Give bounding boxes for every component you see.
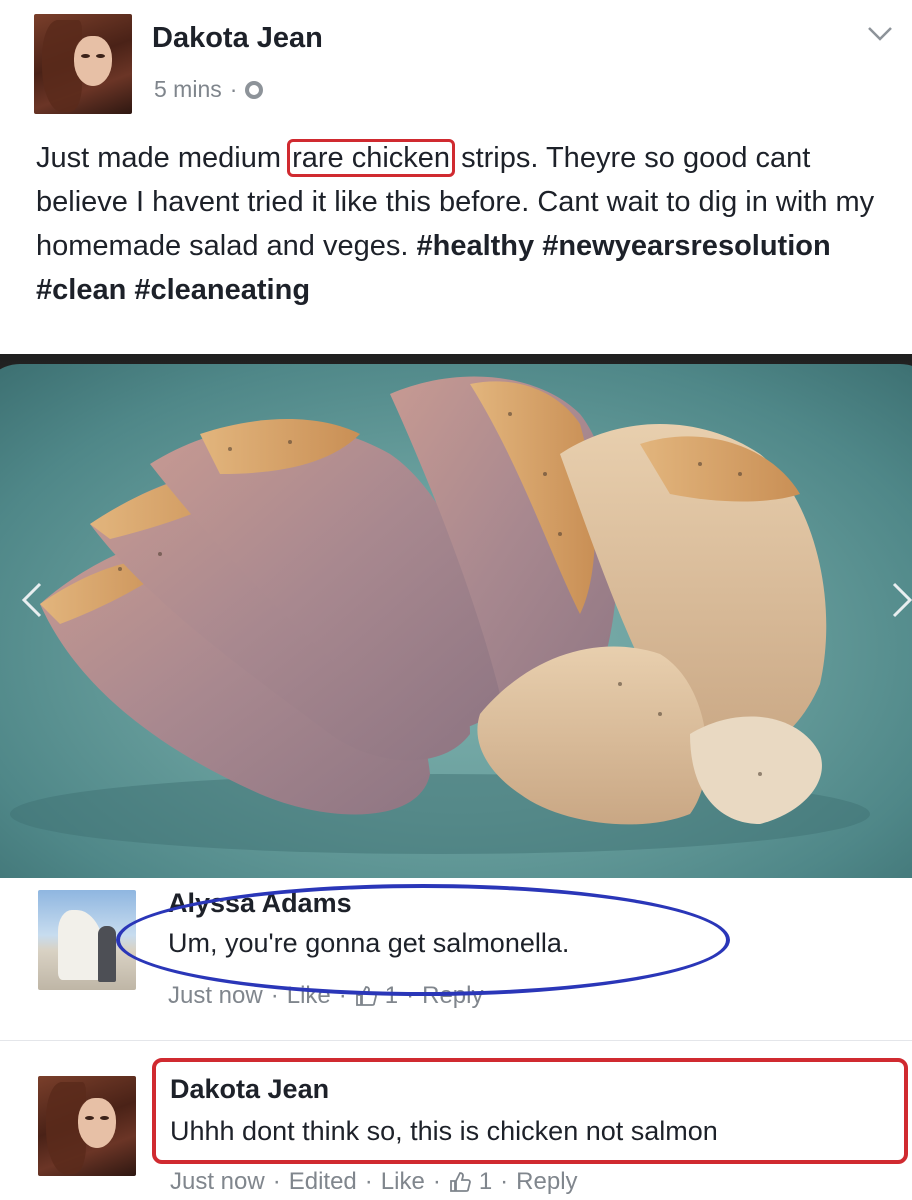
author-name[interactable]: Dakota Jean — [152, 22, 323, 55]
red-annotation-box — [152, 1058, 908, 1164]
author-avatar[interactable] — [34, 14, 132, 114]
highlighted-phrase: rare chicken — [287, 139, 456, 177]
post-meta: 5 mins · — [154, 76, 264, 103]
post-time[interactable]: 5 mins — [154, 76, 222, 103]
reaction-count[interactable]: 1 — [479, 1168, 492, 1196]
separator: · — [432, 1168, 441, 1195]
chicken-strips-illustration — [10, 376, 870, 854]
post-text: Just made medium rare chicken strips. Th… — [36, 136, 896, 312]
comment-actions: Just now · Edited · Like · 1 · Reply — [170, 1168, 578, 1196]
post-photo[interactable] — [0, 354, 912, 878]
meta-separator: · — [229, 76, 238, 102]
separator: · — [272, 1168, 281, 1195]
like-link[interactable]: Like — [381, 1168, 425, 1196]
chevron-right-icon[interactable] — [888, 580, 912, 620]
chevron-left-icon[interactable] — [20, 580, 44, 620]
comment-divider — [0, 1040, 912, 1041]
reply-author-avatar[interactable] — [38, 1076, 136, 1176]
blue-annotation-oval — [116, 884, 730, 996]
chevron-down-icon[interactable] — [866, 24, 894, 44]
edited-label[interactable]: Edited — [289, 1168, 357, 1196]
avatar-person — [98, 926, 116, 982]
avatar-face — [78, 1098, 116, 1148]
globe-icon — [245, 80, 264, 99]
reply-link[interactable]: Reply — [516, 1168, 577, 1196]
comment-time[interactable]: Just now — [170, 1168, 265, 1196]
separator: · — [364, 1168, 373, 1195]
post-header: Dakota Jean 5 mins · — [0, 0, 912, 120]
avatar-face — [74, 36, 112, 86]
separator: · — [500, 1168, 509, 1195]
post-text-start: Just made medium — [36, 142, 281, 174]
thumbs-up-icon — [449, 1172, 471, 1192]
